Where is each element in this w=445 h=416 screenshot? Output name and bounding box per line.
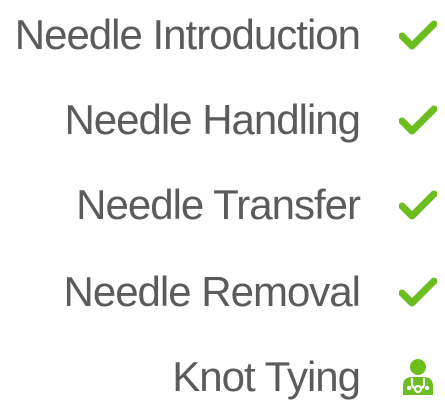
task-row-needle-introduction[interactable]: Needle Introduction	[0, 0, 445, 70]
task-label: Needle Introduction	[14, 11, 361, 58]
task-label: Needle Removal	[63, 268, 361, 315]
task-label: Needle Handling	[64, 96, 361, 143]
task-label: Knot Tying	[172, 353, 361, 400]
task-label: Needle Transfer	[76, 181, 361, 228]
checkmark-icon	[398, 100, 438, 140]
doctor-icon	[398, 357, 438, 397]
task-row-needle-removal[interactable]: Needle Removal	[0, 257, 445, 327]
checkmark-icon	[398, 15, 438, 55]
checkmark-icon	[398, 272, 438, 312]
task-row-needle-transfer[interactable]: Needle Transfer	[0, 170, 445, 240]
task-row-needle-handling[interactable]: Needle Handling	[0, 85, 445, 155]
task-checklist: Needle Introduction Needle Handling Need…	[0, 0, 445, 416]
task-row-knot-tying[interactable]: Knot Tying	[0, 342, 445, 412]
checkmark-icon	[398, 185, 438, 225]
